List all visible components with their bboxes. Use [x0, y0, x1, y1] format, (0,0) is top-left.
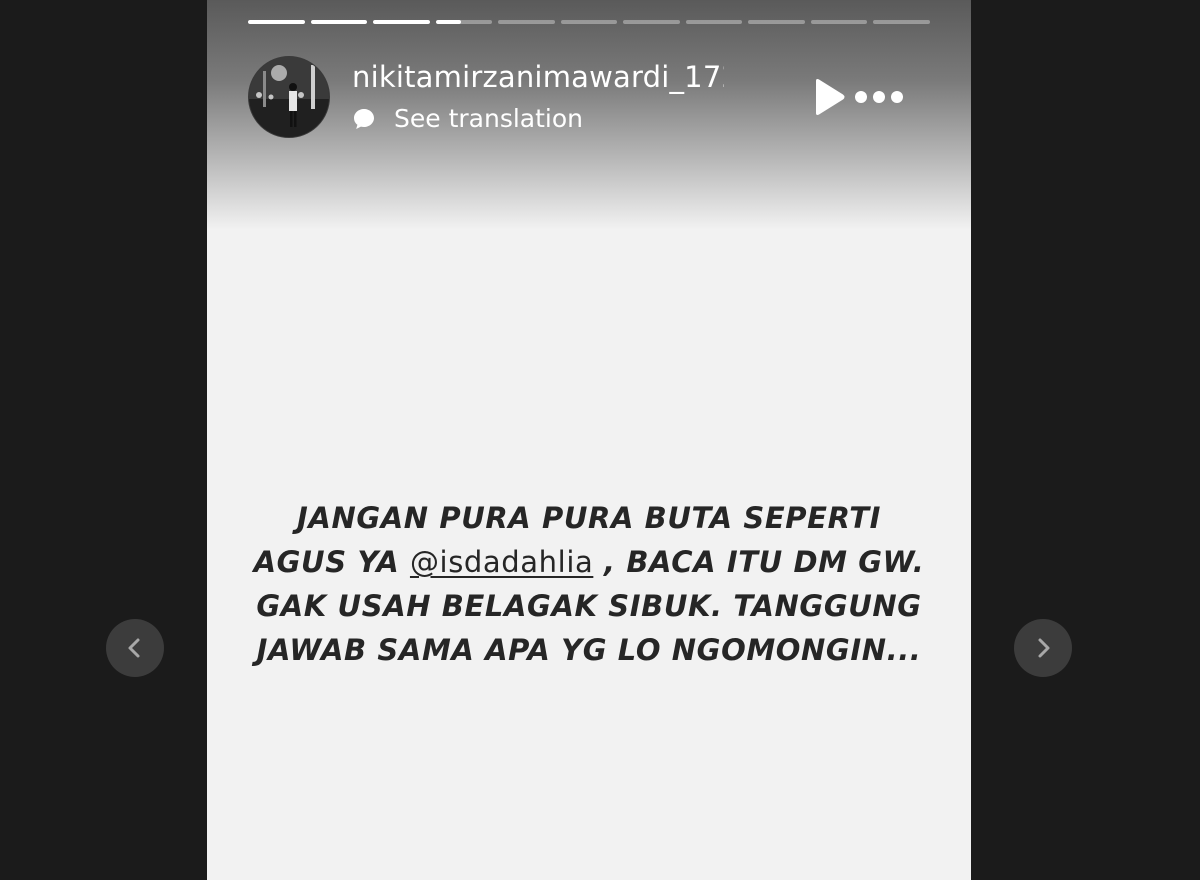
- progress-segment: [810, 20, 868, 24]
- chevron-right-icon: [1038, 638, 1050, 658]
- caption-line-2: AGUS YA @isdadahlia , BACA ITU DM GW.: [237, 540, 941, 584]
- chevron-left-icon: [128, 638, 140, 658]
- progress-segment: [373, 20, 430, 24]
- caption-line-4: JAWAB SAMA APA YG LO NGOMONGIN...: [256, 633, 922, 667]
- see-translation-label: See translation: [394, 104, 584, 133]
- progress-segment-fill: [373, 20, 430, 24]
- progress-segment: [623, 20, 680, 24]
- more-options-icon: [855, 91, 903, 103]
- progress-segment: [873, 20, 931, 24]
- next-story-button[interactable]: [1014, 619, 1072, 677]
- progress-segment: [248, 20, 305, 24]
- more-options-button[interactable]: [851, 86, 907, 108]
- username-label[interactable]: nikitamirzanimawardi_172: [352, 60, 724, 94]
- previous-story-button[interactable]: [106, 619, 164, 677]
- speech-bubble-icon: [354, 108, 374, 129]
- progress-segment: [685, 20, 743, 24]
- story-frame[interactable]: nikitamirzanimawardi_172 See translation: [207, 0, 971, 880]
- progress-segment: [748, 20, 805, 24]
- play-button[interactable]: [808, 76, 848, 118]
- caption-line-2-end: , BACA ITU DM GW.: [593, 545, 925, 579]
- story-progress-bar: [248, 20, 931, 24]
- story-header: nikitamirzanimawardi_172 See translation: [248, 56, 930, 138]
- avatar[interactable]: [248, 56, 330, 138]
- story-viewer: nikitamirzanimawardi_172 See translation: [0, 0, 1200, 880]
- progress-segment-fill: [310, 20, 368, 24]
- caption-line-2-start: AGUS YA: [253, 545, 410, 579]
- progress-segment: [560, 20, 618, 24]
- mention-link[interactable]: @isdadahlia: [410, 545, 593, 579]
- progress-segment: [435, 20, 493, 24]
- caption-line-3: GAK USAH BELAGAK SIBUK. TANGGUNG: [256, 589, 922, 623]
- progress-segment: [310, 20, 368, 24]
- caption-line-1: JANGAN PURA PURA BUTA SEPERTI: [297, 501, 881, 535]
- progress-segment: [498, 20, 555, 24]
- progress-segment-fill: [248, 20, 305, 24]
- avatar-photo: [249, 57, 329, 137]
- see-translation-button[interactable]: See translation: [352, 104, 583, 133]
- progress-segment-fill: [435, 20, 462, 24]
- play-icon: [816, 79, 845, 115]
- story-caption: JANGAN PURA PURA BUTA SEPERTI AGUS YA @i…: [237, 496, 941, 672]
